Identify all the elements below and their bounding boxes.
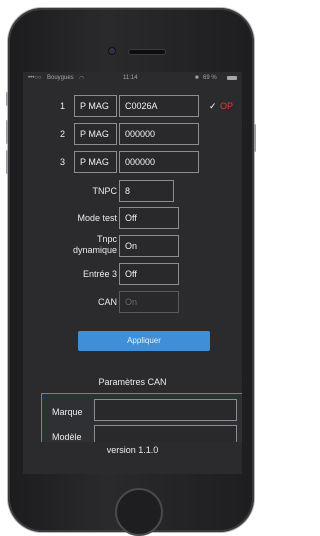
check-icon: ✓ bbox=[209, 101, 217, 111]
app-screen: •••○○ Bouygues ◠ 11:14 ■ 69 % 1 P MAG C0… bbox=[23, 72, 242, 474]
marque-label: Marque bbox=[52, 407, 83, 417]
power-button bbox=[254, 124, 256, 152]
row-3-type-select[interactable]: P MAG bbox=[74, 151, 117, 173]
tnpc-dynamique-label-line-1: Tnpc bbox=[96, 234, 117, 244]
row-3-value-field[interactable]: 000000 bbox=[119, 151, 199, 173]
can-parameters-panel: Marque Modèle bbox=[41, 393, 242, 447]
front-camera bbox=[109, 48, 115, 54]
row-1-status: OP bbox=[220, 101, 234, 111]
entree-3-select[interactable]: Off bbox=[119, 263, 179, 285]
row-1-value-field[interactable]: C0026A bbox=[119, 95, 199, 117]
marque-field[interactable] bbox=[94, 399, 237, 421]
wifi-icon: ◠ bbox=[79, 76, 85, 82]
apply-button[interactable]: Appliquer bbox=[78, 331, 210, 351]
row-2-type-select[interactable]: P MAG bbox=[74, 123, 117, 145]
modele-label: Modèle bbox=[52, 432, 82, 442]
carrier-name: Bouygues bbox=[47, 75, 74, 81]
clock: 11:14 bbox=[123, 75, 138, 81]
can-section-title: Paramètres CAN bbox=[98, 377, 167, 387]
row-1-type-select[interactable]: P MAG bbox=[74, 95, 117, 117]
row-2-value-field[interactable]: 000000 bbox=[119, 123, 199, 145]
home-button[interactable] bbox=[115, 488, 163, 536]
volume-down-button bbox=[6, 150, 8, 174]
mode-test-label: Mode test bbox=[77, 213, 117, 223]
tnpc-field[interactable]: 8 bbox=[119, 180, 174, 202]
battery-icon bbox=[227, 76, 237, 80]
row-3-number: 3 bbox=[59, 157, 65, 167]
tnpc-dynamique-label: Tnpc dynamique bbox=[43, 234, 117, 256]
can-select[interactable]: On bbox=[119, 291, 179, 313]
battery-percent: 69 % bbox=[203, 75, 217, 81]
earpiece-speaker bbox=[128, 49, 166, 55]
tnpc-dynamique-label-line-2: dynamique bbox=[72, 245, 117, 255]
volume-up-button bbox=[6, 120, 8, 144]
entree-3-label: Entrée 3 bbox=[82, 269, 117, 279]
mute-switch bbox=[6, 92, 8, 106]
tnpc-label: TNPC bbox=[92, 186, 118, 196]
signal-icon: •••○○ bbox=[28, 75, 42, 81]
can-label: CAN bbox=[97, 297, 117, 307]
row-1-number: 1 bbox=[59, 101, 65, 111]
version-text: version 1.1.0 bbox=[23, 442, 242, 474]
mode-test-select[interactable]: Off bbox=[119, 207, 179, 229]
lock-icon: ■ bbox=[195, 75, 199, 81]
row-2-number: 2 bbox=[59, 129, 65, 139]
tnpc-dynamique-select[interactable]: On bbox=[119, 235, 179, 257]
status-bar: •••○○ Bouygues ◠ 11:14 ■ 69 % bbox=[23, 72, 242, 84]
